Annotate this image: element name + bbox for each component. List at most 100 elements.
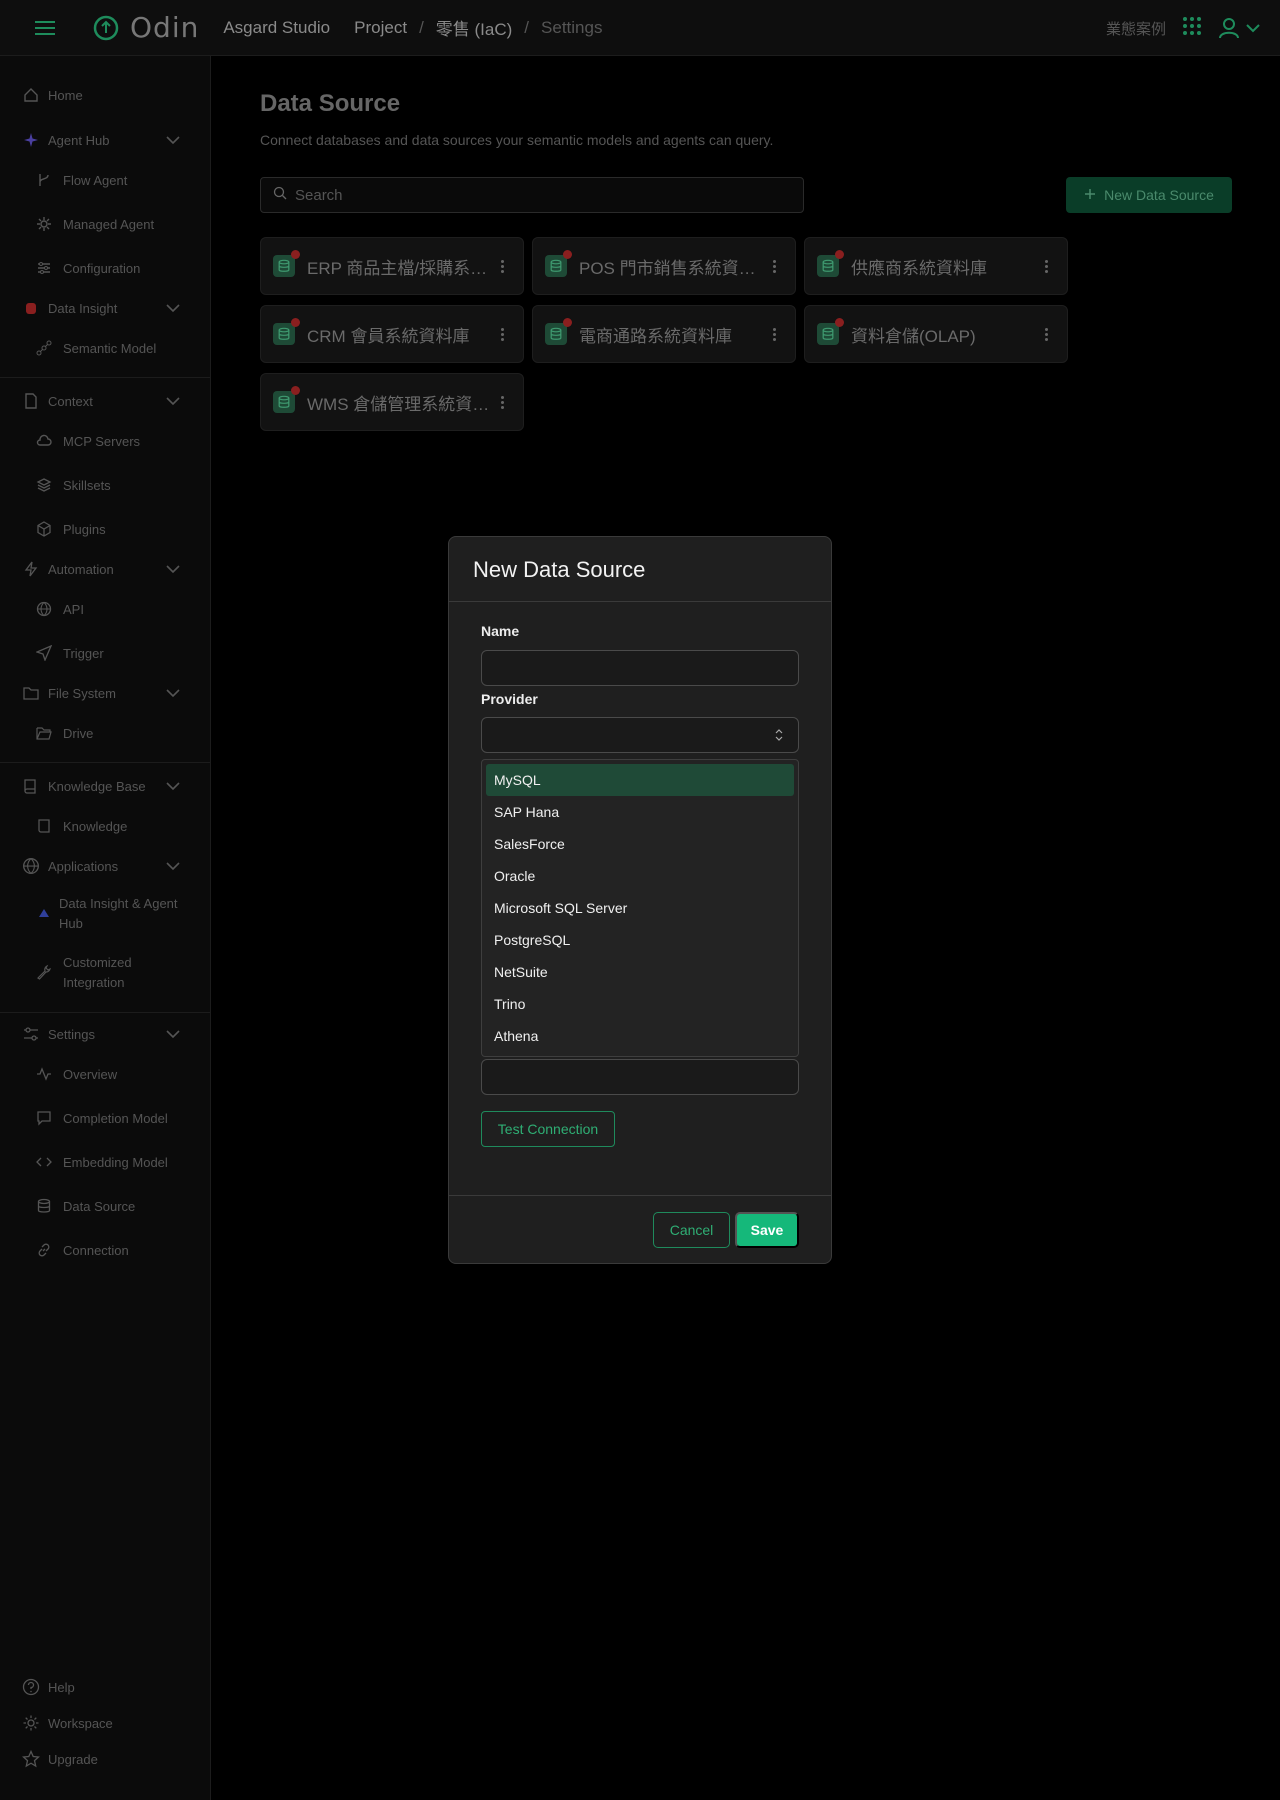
provider-option-trino[interactable]: Trino xyxy=(486,988,794,1020)
sidebar-item-data-insight[interactable]: Data Insight xyxy=(0,293,210,323)
sidebar-item-plugins[interactable]: Plugins xyxy=(0,514,210,544)
more-options-icon[interactable] xyxy=(499,256,505,276)
sidebar-item-knowledge[interactable]: Knowledge xyxy=(0,811,210,841)
user-icon xyxy=(1219,18,1239,39)
provider-option-sap-hana[interactable]: SAP Hana xyxy=(486,796,794,828)
sidebar-item-semantic-model[interactable]: Semantic Model xyxy=(0,333,210,363)
data-source-name: ERP 商品主檔/採購系統資料庫 xyxy=(307,258,492,278)
breadcrumb-project-name[interactable]: 零售 (IaC) xyxy=(436,15,513,40)
more-options-icon[interactable] xyxy=(499,392,505,412)
sidebar-item-mcp-servers[interactable]: MCP Servers xyxy=(0,426,210,456)
data-source-card[interactable]: POS 門市銷售系統資料庫 xyxy=(532,237,796,295)
connection-input[interactable] xyxy=(481,1059,799,1095)
chevron-down-icon[interactable] xyxy=(166,859,180,874)
folder-open-icon xyxy=(35,724,53,742)
chevron-down-icon[interactable] xyxy=(166,1027,180,1042)
provider-option-oracle[interactable]: Oracle xyxy=(486,860,794,892)
more-options-icon[interactable] xyxy=(1043,324,1049,344)
sidebar-item-managed-agent[interactable]: Managed Agent xyxy=(0,209,210,239)
data-source-card[interactable]: 供應商系統資料庫 xyxy=(804,237,1068,295)
sparkle-icon xyxy=(22,131,40,149)
name-input[interactable] xyxy=(481,650,799,686)
status-dot xyxy=(291,386,300,395)
sidebar-item-configuration[interactable]: Configuration xyxy=(0,253,210,283)
apps-grid-icon[interactable] xyxy=(1182,16,1202,41)
provider-dropdown: MySQL SAP Hana SalesForce Oracle Microso… xyxy=(481,759,799,1057)
folder-icon xyxy=(22,684,40,702)
sidebar-item-file-system[interactable]: File System xyxy=(0,678,210,708)
sidebar-item-connection[interactable]: Connection xyxy=(0,1235,210,1265)
sidebar-item-workspace[interactable]: Workspace xyxy=(0,1708,210,1738)
save-button[interactable]: Save xyxy=(735,1212,799,1248)
data-source-card[interactable]: WMS 倉儲管理系統資料庫 xyxy=(260,373,524,431)
sidebar-item-data-source[interactable]: Data Source xyxy=(0,1191,210,1221)
sidebar-item-completion-model[interactable]: Completion Model xyxy=(0,1103,210,1133)
breadcrumb-separator: / xyxy=(524,17,530,37)
chevron-down-icon[interactable] xyxy=(166,686,180,701)
sidebar-item-agent-hub[interactable]: Agent Hub xyxy=(0,125,210,155)
sidebar-item-customized-integration[interactable]: Customized Integration xyxy=(0,953,210,997)
org-name[interactable]: Asgard Studio xyxy=(223,18,330,38)
sidebar-item-context[interactable]: Context xyxy=(0,386,210,416)
case-link[interactable]: 業態案例 xyxy=(1106,18,1166,39)
cloud-icon xyxy=(35,432,53,450)
cube-icon xyxy=(35,520,53,538)
chevron-down-icon[interactable] xyxy=(166,562,180,577)
sidebar-item-home[interactable]: Home xyxy=(0,80,210,110)
more-options-icon[interactable] xyxy=(771,256,777,276)
sidebar-item-knowledge-base[interactable]: Knowledge Base xyxy=(0,771,210,801)
breadcrumb-current: Settings xyxy=(541,17,603,37)
provider-option-mssql[interactable]: Microsoft SQL Server xyxy=(486,892,794,924)
data-source-name: CRM 會員系統資料庫 xyxy=(307,326,470,346)
dialog-divider xyxy=(449,1195,831,1196)
sidebar-item-help[interactable]: Help xyxy=(0,1672,210,1702)
sidebar-item-api[interactable]: API xyxy=(0,594,210,624)
page-subtitle: Connect databases and data sources your … xyxy=(260,132,774,148)
more-options-icon[interactable] xyxy=(499,324,505,344)
provider-option-mysql[interactable]: MySQL xyxy=(486,764,794,796)
data-source-card[interactable]: 電商通路系統資料庫 xyxy=(532,305,796,363)
more-options-icon[interactable] xyxy=(1043,256,1049,276)
sidebar-item-embedding-model[interactable]: Embedding Model xyxy=(0,1147,210,1177)
sidebar-item-settings[interactable]: Settings xyxy=(0,1019,210,1049)
sidebar-item-drive[interactable]: Drive xyxy=(0,718,210,748)
new-data-source-dialog: New Data Source Name Provider MySQL SAP … xyxy=(448,536,832,1264)
breadcrumb-project[interactable]: Project xyxy=(354,18,407,38)
sidebar-item-upgrade[interactable]: Upgrade xyxy=(0,1744,210,1774)
status-dot xyxy=(291,318,300,327)
name-label: Name xyxy=(481,623,520,639)
sidebar-item-skillsets[interactable]: Skillsets xyxy=(0,470,210,500)
sidebar-item-overview[interactable]: Overview xyxy=(0,1059,210,1089)
hamburger-menu-icon[interactable] xyxy=(34,16,58,40)
chevron-down-icon[interactable] xyxy=(166,394,180,409)
chevron-down-icon[interactable] xyxy=(166,133,180,148)
sidebar-item-applications[interactable]: Applications xyxy=(0,851,210,881)
data-source-card[interactable]: 資料倉儲(OLAP) xyxy=(804,305,1068,363)
sidebar-item-trigger[interactable]: Trigger xyxy=(0,638,210,668)
new-data-source-button[interactable]: New Data Source xyxy=(1066,177,1232,213)
provider-option-postgresql[interactable]: PostgreSQL xyxy=(486,924,794,956)
data-source-card[interactable]: CRM 會員系統資料庫 xyxy=(260,305,524,363)
user-menu[interactable] xyxy=(1218,17,1260,39)
data-source-name: WMS 倉儲管理系統資料庫 xyxy=(307,394,492,414)
status-dot xyxy=(835,318,844,327)
search-input[interactable] xyxy=(295,186,775,204)
cancel-button[interactable]: Cancel xyxy=(653,1212,730,1248)
test-connection-button[interactable]: Test Connection xyxy=(481,1111,615,1147)
brand-logo[interactable]: Odin xyxy=(92,11,199,44)
link-icon xyxy=(35,1241,53,1259)
provider-option-salesforce[interactable]: SalesForce xyxy=(486,828,794,860)
provider-option-athena[interactable]: Athena xyxy=(486,1020,794,1052)
brand-name: Odin xyxy=(130,11,200,44)
provider-select[interactable] xyxy=(481,717,799,753)
chevron-down-icon[interactable] xyxy=(166,301,180,316)
data-source-name: POS 門市銷售系統資料庫 xyxy=(579,258,764,278)
data-source-card[interactable]: ERP 商品主檔/採購系統資料庫 xyxy=(260,237,524,295)
sidebar-item-data-insight-agent-hub[interactable]: Data Insight & Agent Hub xyxy=(0,894,210,938)
more-options-icon[interactable] xyxy=(771,324,777,344)
chevron-down-icon[interactable] xyxy=(166,779,180,794)
sidebar-item-automation[interactable]: Automation xyxy=(0,554,210,584)
odin-logo-icon xyxy=(93,15,119,40)
sidebar-item-flow-agent[interactable]: Flow Agent xyxy=(0,165,210,195)
provider-option-netsuite[interactable]: NetSuite xyxy=(486,956,794,988)
